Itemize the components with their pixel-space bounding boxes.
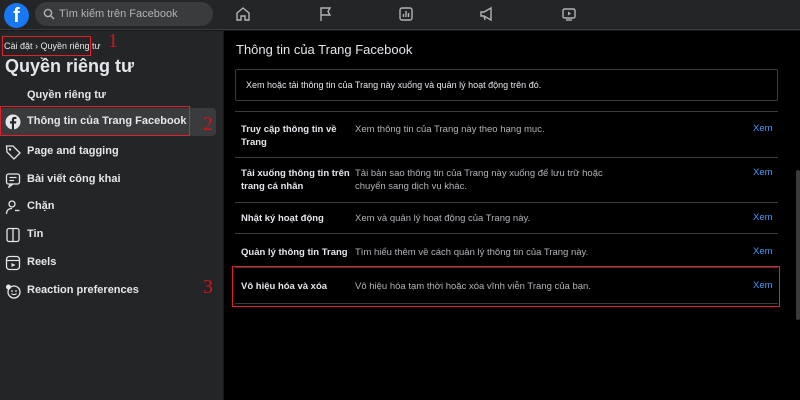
- sidebar-item-story[interactable]: Tin: [0, 221, 216, 249]
- row-description: Tải bản sao thông tin của Trang này xuốn…: [355, 168, 603, 192]
- search-icon: [43, 8, 55, 20]
- sidebar-item-label: Chặn: [27, 200, 55, 212]
- highlight-box-breadcrumb: [2, 36, 91, 56]
- insights-icon[interactable]: [398, 6, 414, 22]
- highlight-box-deactivate: [232, 266, 780, 307]
- row-title: Tải xuống thông tin trên trang cá nhân: [241, 168, 350, 192]
- top-bar: f: [0, 0, 800, 30]
- facebook-logo[interactable]: f: [4, 3, 29, 28]
- divider: [235, 111, 778, 112]
- step-number-2: 2: [203, 113, 213, 135]
- sidebar-item-page-tagging[interactable]: Page and tagging: [0, 138, 216, 166]
- row-title: Truy cập thông tin về Trang: [241, 124, 337, 148]
- video-icon[interactable]: [561, 6, 577, 22]
- highlight-box-page-info: [0, 106, 190, 136]
- sidebar-item-reels[interactable]: Reels: [0, 249, 216, 277]
- sidebar-title: Quyền riêng tư: [5, 56, 135, 76]
- sidebar-item-label: Reaction preferences: [27, 284, 139, 296]
- row-title: Nhật ký hoạt động: [241, 213, 324, 224]
- reels-icon: [5, 255, 21, 271]
- search-input[interactable]: [59, 5, 209, 23]
- row-description: Tìm hiểu thêm về cách quản lý thông tin …: [355, 247, 589, 258]
- search-box[interactable]: [35, 2, 213, 26]
- description-text: Xem hoặc tải thông tin của Trang này xuố…: [246, 80, 542, 90]
- public-posts-icon: [5, 173, 21, 188]
- sidebar-item-label: Page and tagging: [27, 145, 119, 157]
- row-description: Xem thông tin của Trang này theo hạng mụ…: [355, 124, 545, 135]
- tag-icon: [5, 145, 21, 160]
- view-link-manage-info[interactable]: Xem: [753, 246, 773, 257]
- scrollbar[interactable]: [796, 170, 800, 320]
- sidebar-item-reaction-preferences[interactable]: Reaction preferences: [0, 277, 216, 305]
- view-link-page-info[interactable]: Xem: [753, 123, 773, 134]
- sidebar-item-label: Tin: [27, 228, 44, 240]
- step-number-1: 1: [108, 30, 118, 52]
- divider: [235, 157, 778, 158]
- row-title: Quản lý thông tin Trang: [241, 247, 348, 258]
- reaction-icon: [6, 284, 21, 299]
- block-user-icon: [5, 200, 20, 215]
- page-title: Thông tin của Trang Facebook: [236, 42, 413, 57]
- divider: [235, 202, 778, 203]
- divider: [235, 233, 778, 234]
- sidebar-item-label: Quyền riêng tư: [27, 89, 106, 101]
- sidebar-item-label: Reels: [27, 256, 57, 268]
- sidebar-item-block[interactable]: Chặn: [0, 193, 216, 221]
- megaphone-icon[interactable]: [479, 6, 495, 22]
- row-description: Xem và quản lý hoạt động của Trang này.: [355, 213, 531, 224]
- home-icon[interactable]: [235, 6, 251, 22]
- sidebar-item-label: Bài viết công khai: [27, 173, 121, 185]
- story-icon: [6, 227, 20, 243]
- view-link-download[interactable]: Xem: [753, 167, 773, 178]
- flag-icon[interactable]: [317, 6, 333, 22]
- step-number-3: 3: [203, 276, 213, 298]
- sidebar-item-public-posts[interactable]: Bài viết công khai: [0, 166, 216, 194]
- description-box: Xem hoặc tải thông tin của Trang này xuố…: [235, 69, 778, 101]
- view-link-activity-log[interactable]: Xem: [753, 212, 773, 223]
